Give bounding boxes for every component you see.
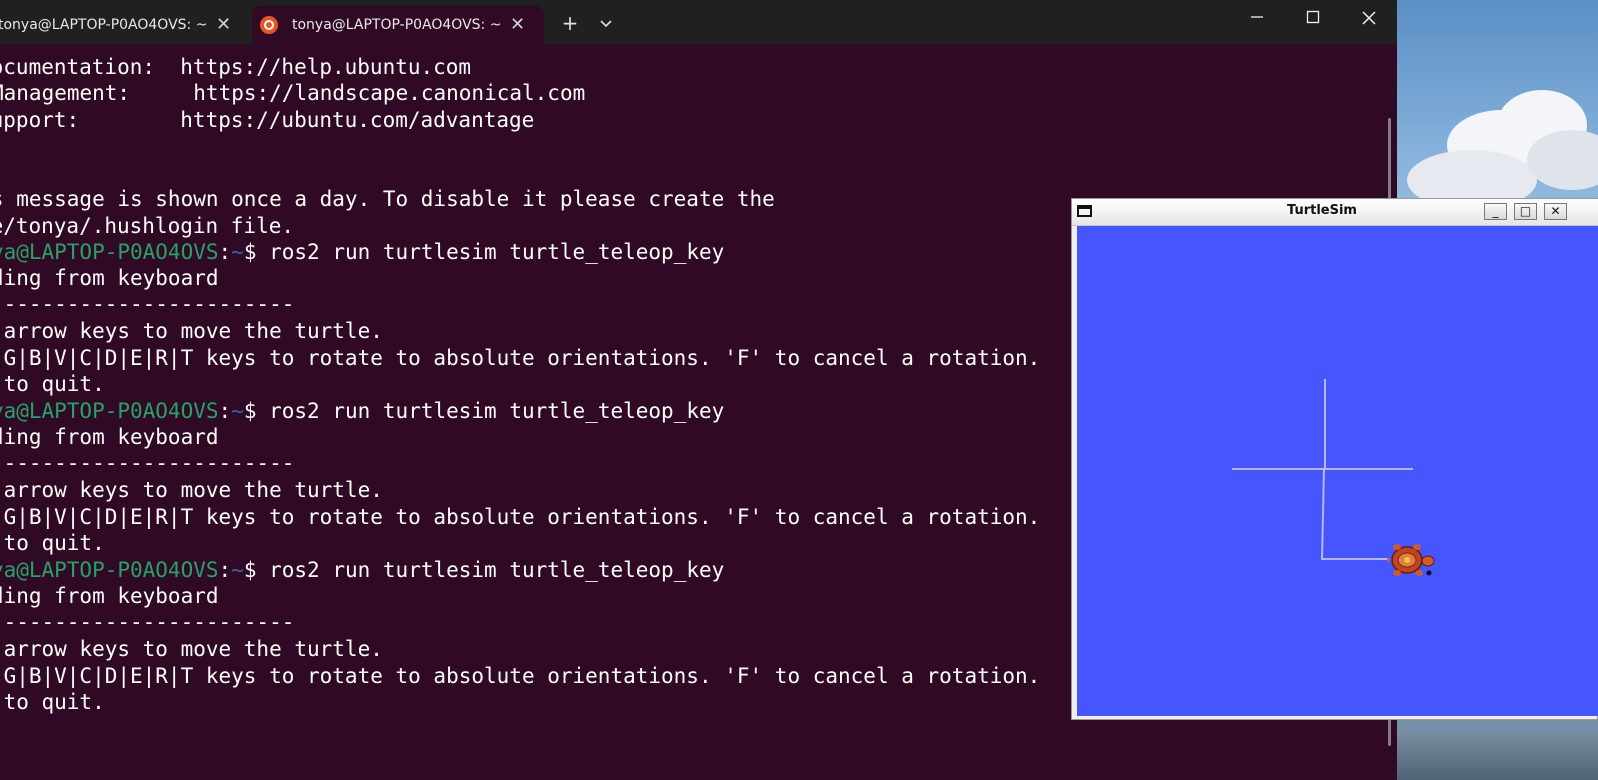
terminal-line: 'Q' to quit. bbox=[3, 531, 105, 555]
wallpaper-cloud bbox=[1527, 130, 1598, 190]
prompt-command: $ ros2 run turtlesim turtle_teleop_key bbox=[243, 399, 725, 423]
prompt-user-host: tonya@LAPTOP-P0AO4OVS bbox=[0, 240, 219, 264]
terminal-line: 'Q' to quit. bbox=[3, 372, 105, 396]
terminal-line: Use arrow keys to move the turtle. bbox=[3, 637, 383, 661]
terminal-line: 'Q' to quit. bbox=[3, 690, 105, 714]
prompt-user-host: tonya@LAPTOP-P0AO4OVS bbox=[0, 399, 219, 423]
terminal-prompt-line: tonya@LAPTOP-P0AO4OVS:~$ ros2 run turtle… bbox=[0, 398, 724, 424]
terminal-line: --------------------------- bbox=[0, 292, 295, 316]
terminal-titlebar[interactable]: tonya@LAPTOP-P0AO4OVS: ~ ✕ tonya@LAPTOP-… bbox=[0, 0, 1397, 44]
tab-label: tonya@LAPTOP-P0AO4OVS: ~ bbox=[292, 17, 502, 33]
turtlesim-minimize-button[interactable]: _ bbox=[1484, 203, 1507, 220]
maximize-icon bbox=[1306, 10, 1320, 24]
terminal-line: Reading from keyboard bbox=[0, 266, 219, 290]
window-icon bbox=[1077, 205, 1092, 217]
terminal-line: Reading from keyboard bbox=[0, 584, 219, 608]
tab-close-icon[interactable]: ✕ bbox=[216, 6, 231, 44]
prompt-path: ~ bbox=[231, 399, 244, 423]
wallpaper-ground bbox=[1397, 730, 1598, 780]
terminal-line: Management: https://landscape.canonical.… bbox=[0, 81, 586, 105]
terminal-prompt-line: tonya@LAPTOP-P0AO4OVS:~$ ros2 run turtle… bbox=[0, 239, 724, 265]
terminal-line: Documentation: https://help.ubuntu.com bbox=[0, 55, 472, 79]
maximize-button[interactable] bbox=[1290, 4, 1336, 36]
terminal-line: --------------------------- bbox=[0, 610, 295, 634]
prompt-command: $ ros2 run turtlesim turtle_teleop_key bbox=[243, 240, 725, 264]
terminal-line: Support: https://ubuntu.com/advantage bbox=[0, 108, 535, 132]
turtlesim-maximize-button[interactable]: □ bbox=[1514, 203, 1537, 220]
chevron-down-icon bbox=[600, 20, 612, 28]
terminal-line: This message is shown once a day. To dis… bbox=[0, 187, 775, 211]
turtle-trail bbox=[1232, 379, 1413, 560]
terminal-line: Use arrow keys to move the turtle. bbox=[3, 319, 383, 343]
turtlesim-window: TurtleSim _ □ ✕ bbox=[1071, 198, 1598, 720]
turtlesim-title: TurtleSim bbox=[1287, 203, 1357, 218]
terminal-line: Use G|B|V|C|D|E|R|T keys to rotate to ab… bbox=[0, 505, 1041, 529]
terminal-prompt-line: tonya@LAPTOP-P0AO4OVS:~$ ros2 run turtle… bbox=[0, 557, 724, 583]
chevron-down-icon[interactable] bbox=[594, 8, 618, 38]
turtlesim-canvas bbox=[1077, 226, 1598, 716]
new-tab-button[interactable]: + bbox=[558, 8, 582, 38]
prompt-command: $ ros2 run turtlesim turtle_teleop_key bbox=[243, 558, 725, 582]
minimize-icon bbox=[1251, 16, 1263, 18]
tab-label: tonya@LAPTOP-P0AO4OVS: ~ bbox=[0, 17, 208, 33]
ubuntu-icon bbox=[260, 16, 278, 34]
terminal-line: Reading from keyboard bbox=[0, 425, 219, 449]
tab-terminal-2[interactable]: tonya@LAPTOP-P0AO4OVS: ~ ✕ bbox=[252, 6, 544, 44]
close-icon bbox=[1362, 11, 1376, 25]
prompt-path: ~ bbox=[231, 558, 244, 582]
turtle-icon bbox=[1387, 544, 1435, 576]
prompt-user-host: tonya@LAPTOP-P0AO4OVS bbox=[0, 558, 219, 582]
minimize-button[interactable] bbox=[1234, 4, 1280, 36]
terminal-line: --------------------------- bbox=[0, 451, 295, 475]
turtlesim-close-button[interactable]: ✕ bbox=[1544, 203, 1567, 220]
turtle-drawing bbox=[1232, 379, 1435, 576]
terminal-line: Use G|B|V|C|D|E|R|T keys to rotate to ab… bbox=[0, 346, 1041, 370]
prompt-path: ~ bbox=[231, 240, 244, 264]
tab-terminal-1[interactable]: tonya@LAPTOP-P0AO4OVS: ~ ✕ bbox=[0, 6, 246, 44]
terminal-line: Use arrow keys to move the turtle. bbox=[3, 478, 383, 502]
close-button[interactable] bbox=[1346, 4, 1392, 36]
terminal-line: Use G|B|V|C|D|E|R|T keys to rotate to ab… bbox=[0, 664, 1041, 688]
tab-close-icon[interactable]: ✕ bbox=[510, 6, 525, 44]
terminal-line: /home/tonya/.hushlogin file. bbox=[0, 214, 295, 238]
turtlesim-titlebar[interactable]: TurtleSim _ □ ✕ bbox=[1072, 199, 1598, 226]
